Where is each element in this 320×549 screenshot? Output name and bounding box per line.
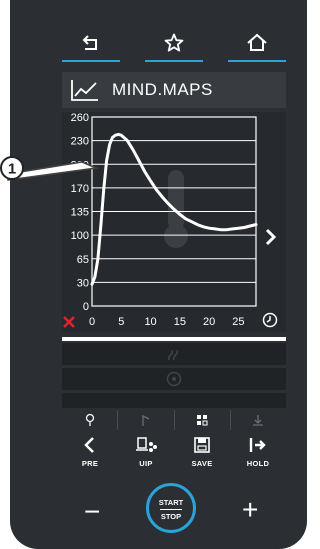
action-bar: PRE UIP SAVE HOLD xyxy=(62,432,286,470)
clock-icon xyxy=(262,312,278,328)
y-tick-label: 30 xyxy=(77,277,89,289)
fan-speed-icon xyxy=(197,415,208,426)
y-tick-label: 135 xyxy=(71,207,89,219)
x-tick-label: 0 xyxy=(89,316,95,328)
option-row-2[interactable] xyxy=(62,368,286,390)
uip-button[interactable]: UIP xyxy=(118,432,174,470)
y-tick-label: 0 xyxy=(83,301,89,313)
save-button[interactable]: SAVE xyxy=(174,432,230,470)
pre-label: PRE xyxy=(81,459,99,468)
callout-marker: 1 xyxy=(0,150,100,195)
start-label: START xyxy=(158,498,184,507)
sensor-icon xyxy=(142,414,150,426)
x-tick-label: 25 xyxy=(232,316,244,328)
hold-button[interactable]: HOLD xyxy=(230,432,286,470)
x-tick-label: 10 xyxy=(144,316,156,328)
tab-download[interactable] xyxy=(231,410,286,430)
x-tick-label: 15 xyxy=(174,316,186,328)
x-tick-label: 5 xyxy=(118,316,124,328)
y-tick-label: 260 xyxy=(71,112,89,124)
hold-arrow-icon xyxy=(249,438,266,452)
option-row-3[interactable] xyxy=(62,393,286,408)
callout-number: 1 xyxy=(8,161,16,178)
temperature-curve xyxy=(90,132,258,286)
pre-button[interactable]: PRE xyxy=(62,432,118,470)
download-icon xyxy=(253,415,264,426)
fan-icon xyxy=(166,371,182,387)
chevron-left-icon xyxy=(84,437,94,453)
probe-icon xyxy=(85,413,94,426)
cooking-probe-icon xyxy=(136,437,157,452)
next-arrow-button[interactable] xyxy=(264,228,278,251)
uip-label: UIP xyxy=(139,459,153,468)
tab-fan[interactable] xyxy=(175,410,231,430)
decrease-button[interactable]: − xyxy=(84,498,100,526)
start-stop-divider xyxy=(160,509,182,510)
close-icon xyxy=(63,316,75,328)
y-tick-label: 100 xyxy=(71,230,89,242)
hold-label: HOLD xyxy=(246,459,270,468)
thermometer-watermark-icon xyxy=(164,170,188,248)
tab-sensor[interactable] xyxy=(118,410,175,430)
x-tick-label: 20 xyxy=(203,316,215,328)
save-icon xyxy=(194,437,210,453)
progress-divider xyxy=(62,337,286,341)
stop-label: STOP xyxy=(160,512,182,521)
save-label: SAVE xyxy=(191,459,213,468)
tab-probe[interactable] xyxy=(62,410,119,430)
steam-icon xyxy=(167,349,179,361)
start-stop-button[interactable]: START STOP xyxy=(146,483,196,533)
callout-pointer: 1 xyxy=(0,156,99,181)
y-tick-label: 65 xyxy=(77,254,89,266)
mode-tabs xyxy=(62,410,286,430)
timer-button[interactable] xyxy=(262,312,278,333)
chevron-right-icon xyxy=(265,228,277,246)
option-row-1[interactable] xyxy=(62,343,286,365)
increase-button[interactable]: + xyxy=(242,496,258,524)
cancel-button[interactable] xyxy=(62,315,76,332)
y-tick-label: 230 xyxy=(71,136,89,148)
